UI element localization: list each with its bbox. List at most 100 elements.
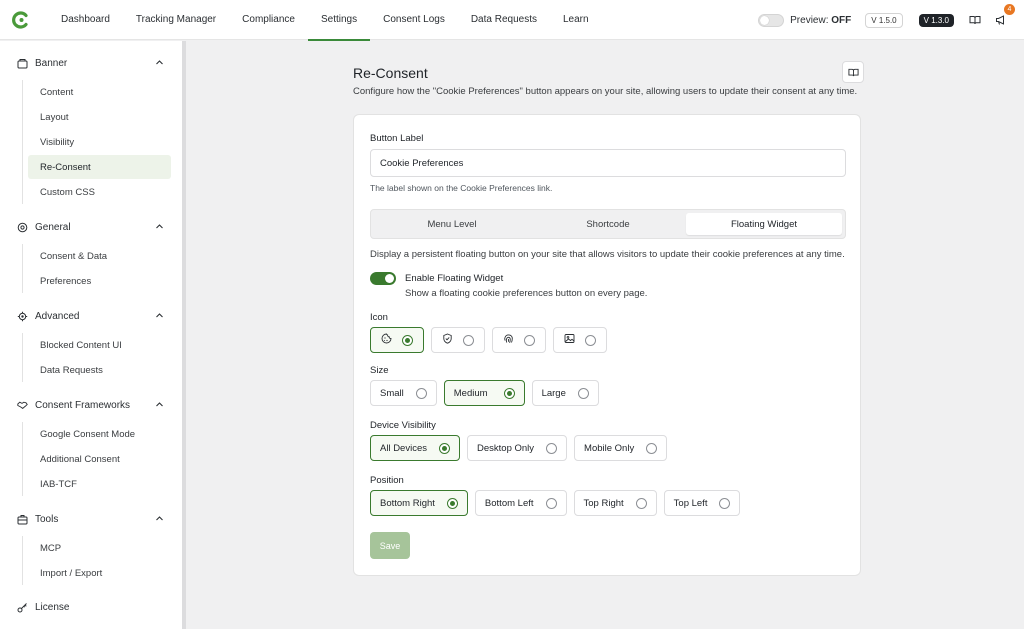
sidebar-section-tools[interactable]: Tools: [0, 507, 182, 531]
device-option-desktop-only[interactable]: Desktop Only: [467, 435, 568, 461]
sidebar-item-data-requests[interactable]: Data Requests: [28, 358, 171, 382]
tab-floating-widget[interactable]: Floating Widget: [686, 213, 842, 235]
size-group-label: Size: [370, 365, 389, 376]
sidebar-item-preferences[interactable]: Preferences: [28, 269, 171, 293]
icon-option-fingerprint-radio[interactable]: [524, 334, 535, 346]
nav-dashboard[interactable]: Dashboard: [48, 0, 123, 40]
nav-consent-logs[interactable]: Consent Logs: [370, 0, 458, 40]
position-option-top-left[interactable]: Top Left: [663, 490, 741, 516]
display-mode-tabs: Menu Level Shortcode Floating Widget: [370, 209, 846, 239]
position-option-top-right-label: Top Right: [583, 497, 624, 509]
sidebar-section-label: Banner: [35, 57, 68, 69]
sidebar-section-label: Advanced: [35, 310, 80, 322]
icon-option-image[interactable]: [553, 327, 607, 353]
nav-tracking-manager[interactable]: Tracking Manager: [123, 0, 229, 40]
icon-option-shield-radio[interactable]: [463, 334, 474, 346]
page-description: Configure how the "Cookie Preferences" b…: [353, 86, 858, 97]
chevron-up-icon[interactable]: [155, 222, 164, 234]
button-label-input[interactable]: Cookie Preferences: [370, 149, 846, 177]
sidebar-item-mcp[interactable]: MCP: [28, 536, 171, 560]
app-logo-icon[interactable]: [2, 0, 40, 40]
sidebar-section-advanced[interactable]: Advanced: [0, 304, 182, 328]
sidebar-section-consent-frameworks[interactable]: Consent Frameworks: [0, 393, 182, 417]
nav-settings[interactable]: Settings: [307, 0, 371, 41]
enable-floating-widget-description: Show a floating cookie preferences butto…: [405, 288, 648, 299]
position-option-bottom-left[interactable]: Bottom Left: [474, 490, 567, 516]
gear-icon: [16, 221, 28, 233]
nav-learn[interactable]: Learn: [550, 0, 602, 40]
save-button[interactable]: Save: [370, 532, 410, 559]
icon-option-image-radio[interactable]: [585, 334, 596, 346]
size-option-medium[interactable]: Medium: [443, 380, 525, 406]
device-option-all-devices-radio[interactable]: [439, 442, 450, 454]
size-option-medium-radio[interactable]: [503, 387, 515, 399]
position-group-label: Position: [370, 475, 404, 486]
sidebar-item-blocked-content-ui[interactable]: Blocked Content UI: [28, 333, 171, 357]
page-title: Re-Consent: [353, 65, 428, 81]
sidebar-section-banner[interactable]: Banner: [0, 51, 182, 75]
size-option-large[interactable]: Large: [531, 380, 599, 406]
chevron-up-icon[interactable]: [155, 58, 164, 70]
preview-status: Preview: OFF: [790, 15, 851, 26]
tab-shortcode[interactable]: Shortcode: [530, 213, 686, 235]
sidebar-item-content[interactable]: Content: [28, 80, 171, 104]
device-option-mobile-only-radio[interactable]: [646, 442, 658, 454]
position-option-top-left-label: Top Left: [673, 497, 708, 509]
position-option-top-right[interactable]: Top Right: [573, 490, 657, 516]
icon-group-label: Icon: [370, 312, 388, 323]
device-option-desktop-only-radio[interactable]: [546, 442, 558, 454]
device-option-mobile-only[interactable]: Mobile Only: [574, 435, 668, 461]
sidebar-item-custom-css[interactable]: Custom CSS: [28, 180, 171, 204]
sidebar-item-additional-consent[interactable]: Additional Consent: [28, 447, 171, 471]
key-icon: [16, 601, 28, 613]
nav-data-requests[interactable]: Data Requests: [458, 0, 550, 40]
chevron-up-icon[interactable]: [155, 400, 164, 412]
position-option-top-left-radio[interactable]: [719, 497, 731, 509]
size-option-small[interactable]: Small: [370, 380, 437, 406]
cog-icon: [16, 310, 28, 322]
device-option-all-devices[interactable]: All Devices: [370, 435, 460, 461]
position-options: Bottom Right Bottom Left Top Right Top L…: [370, 490, 741, 516]
sidebar-item-visibility[interactable]: Visibility: [28, 130, 171, 154]
size-option-large-radio[interactable]: [577, 387, 589, 399]
documentation-book-icon[interactable]: [842, 61, 864, 83]
tab-menu-level[interactable]: Menu Level: [374, 213, 530, 235]
position-option-bottom-left-radio[interactable]: [545, 497, 557, 509]
sidebar-item-consent-data[interactable]: Consent & Data: [28, 244, 171, 268]
device-option-desktop-only-label: Desktop Only: [477, 442, 535, 454]
docs-book-icon[interactable]: [964, 9, 986, 31]
settings-sidebar: Banner Content Layout Visibility Re-Cons…: [0, 41, 186, 629]
position-option-top-right-radio[interactable]: [635, 497, 647, 509]
chevron-up-icon[interactable]: [155, 514, 164, 526]
sidebar-item-google-consent-mode[interactable]: Google Consent Mode: [28, 422, 171, 446]
announcement-megaphone-icon[interactable]: 4: [990, 4, 1015, 31]
sidebar-item-layout[interactable]: Layout: [28, 105, 171, 129]
sidebar-item-license[interactable]: License: [0, 595, 182, 619]
preview-label: Preview:: [790, 14, 829, 26]
device-visibility-label: Device Visibility: [370, 420, 436, 431]
enable-floating-widget-toggle[interactable]: [370, 272, 396, 285]
position-option-bottom-right[interactable]: Bottom Right: [370, 490, 468, 516]
device-option-mobile-only-label: Mobile Only: [584, 442, 635, 454]
sidebar-section-general[interactable]: General: [0, 215, 182, 239]
icon-option-shield[interactable]: [431, 327, 485, 353]
fingerprint-icon: [503, 333, 514, 347]
icon-option-cookie-radio[interactable]: [402, 334, 413, 346]
nav-compliance[interactable]: Compliance: [229, 0, 308, 40]
sidebar-item-iab-tcf[interactable]: IAB-TCF: [28, 472, 171, 496]
icon-option-fingerprint[interactable]: [492, 327, 546, 353]
size-option-small-radio[interactable]: [415, 387, 427, 399]
size-option-medium-label: Medium: [453, 387, 488, 399]
sidebar-advanced-items: Blocked Content UI Data Requests: [22, 333, 171, 382]
sidebar-item-import-export[interactable]: Import / Export: [28, 561, 171, 585]
preview-toggle[interactable]: [758, 13, 785, 27]
device-visibility-options: All Devices Desktop Only Mobile Only: [370, 435, 668, 461]
top-right-controls: Preview: OFF V 1.5.0 V 1.3.0 4: [758, 0, 1024, 40]
sidebar-item-re-consent[interactable]: Re-Consent: [28, 155, 171, 179]
icon-option-cookie[interactable]: [370, 327, 424, 353]
version-badge-primary: V 1.5.0: [865, 12, 903, 28]
chevron-up-icon[interactable]: [155, 311, 164, 323]
notification-badge: 4: [1004, 4, 1015, 15]
main-nav: Dashboard Tracking Manager Compliance Se…: [48, 0, 602, 41]
position-option-bottom-right-radio[interactable]: [446, 497, 458, 509]
